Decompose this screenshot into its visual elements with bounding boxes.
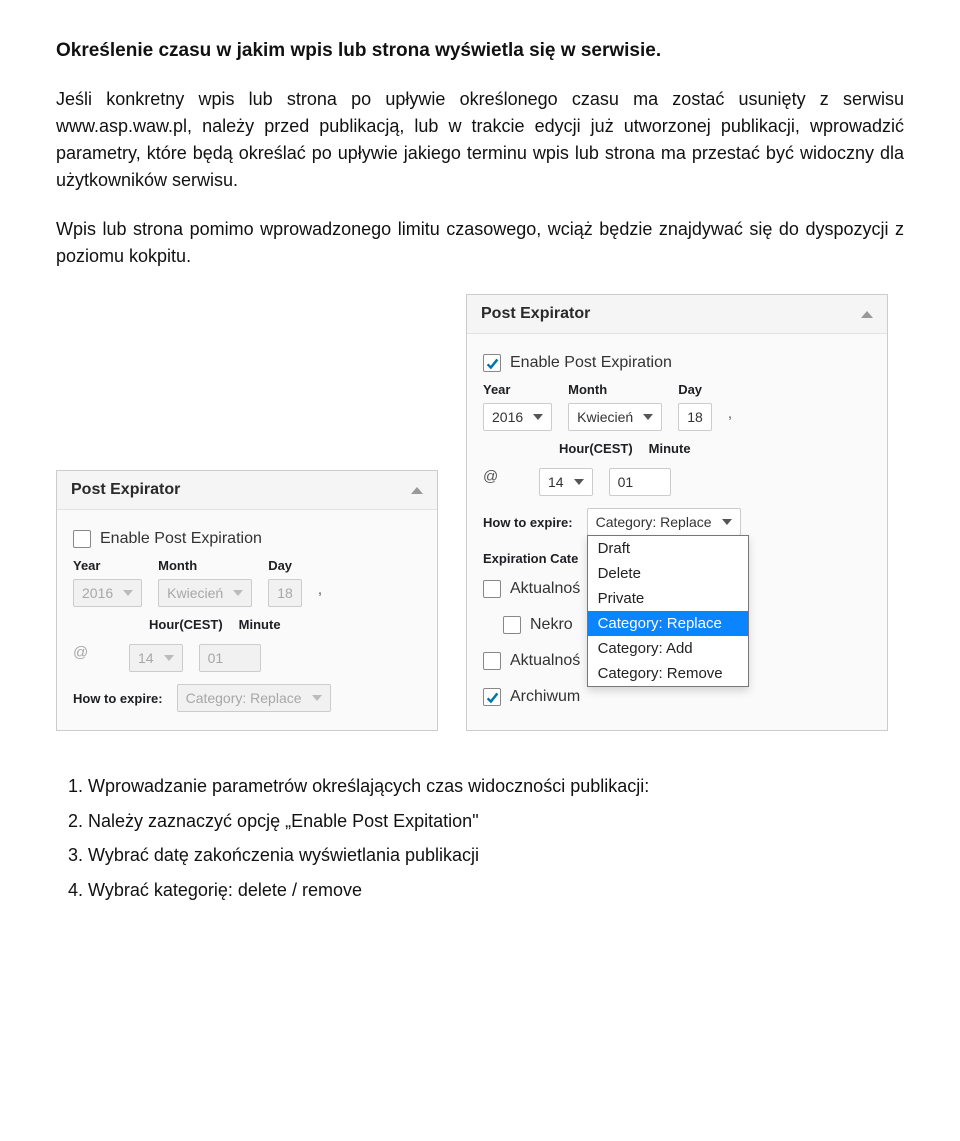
month-label: Month [568, 382, 662, 397]
expire-option-category-add[interactable]: Category: Add [588, 636, 748, 661]
expire-option-category-remove[interactable]: Category: Remove [588, 661, 748, 686]
minute-label: Minute [649, 441, 691, 456]
how-to-expire-label: How to expire: [73, 691, 163, 706]
checkbox-icon [483, 652, 501, 670]
step-item: Wprowadzanie parametrów określających cz… [88, 771, 904, 802]
expire-option-delete[interactable]: Delete [588, 561, 748, 586]
hour-select[interactable]: 14 [539, 468, 593, 496]
how-to-expire-select[interactable]: Category: Replace [177, 684, 331, 712]
post-expirator-panel-disabled: Post Expirator Enable Post Expiration Ye… [56, 470, 438, 731]
category-label: Nekro [530, 616, 573, 634]
minute-input[interactable]: 01 [609, 468, 671, 496]
hour-label: Hour(CEST) [149, 617, 223, 632]
enable-label: Enable Post Expiration [100, 530, 262, 548]
enable-label: Enable Post Expiration [510, 354, 672, 372]
day-input[interactable]: 18 [268, 579, 302, 607]
expire-option-category-replace[interactable]: Category: Replace [588, 611, 748, 636]
minute-label: Minute [239, 617, 281, 632]
checkbox-icon [503, 616, 521, 634]
post-expirator-panel-enabled: Post Expirator Enable Post Expiration Ye… [466, 294, 888, 731]
expire-option-draft[interactable]: Draft [588, 536, 748, 561]
enable-post-expiration-checkbox[interactable]: Enable Post Expiration [73, 530, 421, 548]
category-label: Archiwum [510, 688, 580, 706]
how-to-expire-dropdown: Draft Delete Private Category: Replace C… [587, 535, 749, 687]
how-to-expire-label: How to expire: [483, 515, 573, 530]
minute-input[interactable]: 01 [199, 644, 261, 672]
year-select[interactable]: 2016 [73, 579, 142, 607]
year-label: Year [483, 382, 552, 397]
collapse-icon[interactable] [861, 311, 873, 318]
intro-paragraph-1: Jeśli konkretny wpis lub strona po upływ… [56, 86, 904, 194]
hour-select[interactable]: 14 [129, 644, 183, 672]
category-label: Aktualnoś [510, 580, 580, 598]
at-symbol: @ [483, 468, 523, 496]
checkbox-icon [483, 688, 501, 706]
comma: , [318, 581, 322, 607]
step-item: Wybrać kategorię: delete / remove [88, 875, 904, 906]
enable-post-expiration-checkbox[interactable]: Enable Post Expiration [483, 354, 871, 372]
step-item: Wybrać datę zakończenia wyświetlania pub… [88, 840, 904, 871]
month-label: Month [158, 558, 252, 573]
month-select[interactable]: Kwiecień [568, 403, 662, 431]
category-checkbox[interactable]: Archiwum [483, 688, 871, 706]
year-select[interactable]: 2016 [483, 403, 552, 431]
steps-list: Wprowadzanie parametrów określających cz… [56, 771, 904, 905]
checkbox-icon [483, 354, 501, 372]
day-label: Day [678, 382, 712, 397]
intro-paragraph-2: Wpis lub strona pomimo wprowadzonego lim… [56, 216, 904, 270]
comma: , [728, 405, 732, 431]
month-select[interactable]: Kwiecień [158, 579, 252, 607]
expiration-categories-label: Expiration Cate [483, 551, 578, 566]
checkbox-icon [73, 530, 91, 548]
day-label: Day [268, 558, 302, 573]
step-item: Należy zaznaczyć opcję „Enable Post Expi… [88, 806, 904, 837]
hour-label: Hour(CEST) [559, 441, 633, 456]
checkbox-icon [483, 580, 501, 598]
at-symbol: @ [73, 644, 113, 672]
category-label: Aktualnoś [510, 652, 580, 670]
panel-title: Post Expirator [481, 305, 590, 323]
expire-option-private[interactable]: Private [588, 586, 748, 611]
page-title: Określenie czasu w jakim wpis lub strona… [56, 40, 904, 62]
panel-title: Post Expirator [71, 481, 180, 499]
how-to-expire-select[interactable]: Category: Replace [587, 508, 741, 536]
collapse-icon[interactable] [411, 487, 423, 494]
year-label: Year [73, 558, 142, 573]
day-input[interactable]: 18 [678, 403, 712, 431]
